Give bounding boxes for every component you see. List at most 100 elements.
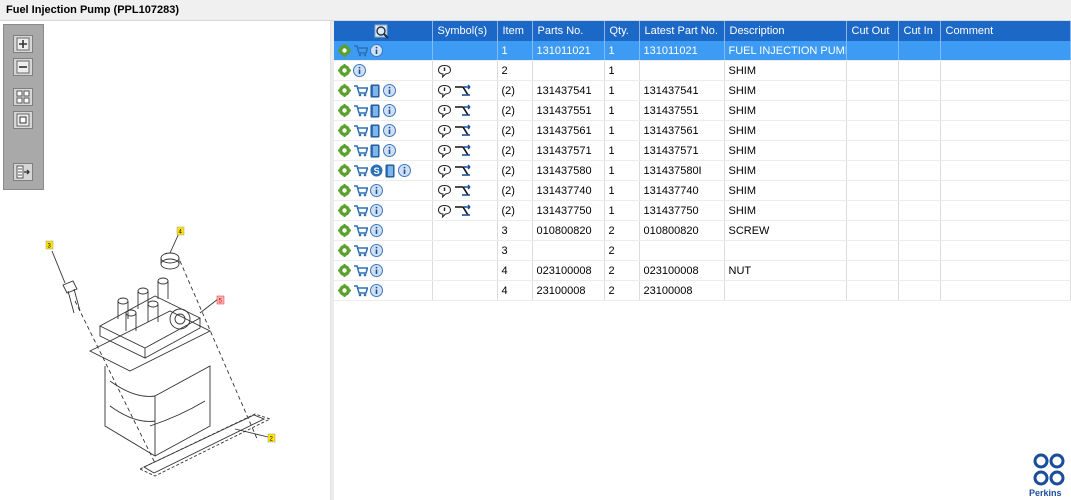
cross-reference-icon[interactable]	[454, 204, 472, 218]
gear-icon[interactable]	[338, 244, 351, 257]
table-row[interactable]: (2) 131437740 1 131437740 SHIM	[334, 180, 1071, 201]
column-header-cut-in[interactable]: Cut In	[898, 21, 941, 41]
description-cell	[724, 280, 847, 301]
info-icon[interactable]	[383, 124, 396, 137]
table-row[interactable]: (2) 131437750 1 131437750 SHIM	[334, 200, 1071, 221]
table-row[interactable]: 3 010800820 2 010800820 SCREW	[334, 220, 1071, 241]
table-row[interactable]: 2 1 SHIM	[334, 60, 1071, 81]
cross-reference-icon[interactable]	[454, 124, 472, 138]
info-icon[interactable]	[383, 144, 396, 157]
table-row[interactable]: 32	[334, 240, 1071, 261]
info-icon[interactable]	[370, 244, 383, 257]
cart-icon[interactable]	[353, 224, 368, 237]
cart-icon[interactable]	[353, 44, 368, 57]
export-button[interactable]	[13, 163, 33, 181]
note-icon[interactable]	[437, 124, 452, 138]
note-icon[interactable]	[437, 64, 452, 78]
cart-icon[interactable]	[353, 264, 368, 277]
gear-icon[interactable]	[338, 144, 351, 157]
book-icon[interactable]	[370, 84, 381, 98]
column-header-cut-out[interactable]: Cut Out	[846, 21, 899, 41]
cart-icon[interactable]	[353, 104, 368, 117]
supersession-icon[interactable]: S	[370, 164, 383, 177]
cross-reference-icon[interactable]	[454, 84, 472, 98]
latest-part-number-cell	[639, 60, 725, 81]
gear-icon[interactable]	[338, 164, 351, 177]
info-icon[interactable]	[370, 184, 383, 197]
item-cell: (2)	[497, 200, 533, 221]
row-symbols	[432, 100, 498, 121]
cut-in-cell	[898, 220, 941, 241]
column-header-symbols[interactable]: Symbol(s)	[432, 21, 498, 41]
info-icon[interactable]	[370, 224, 383, 237]
cart-icon[interactable]	[353, 204, 368, 217]
info-icon[interactable]	[398, 164, 411, 177]
table-row[interactable]: (2) 131437541 1 131437541 SHIM	[334, 80, 1071, 101]
column-header-actions[interactable]	[334, 21, 433, 41]
gear-icon[interactable]	[338, 44, 351, 57]
column-header-latest-part-no[interactable]: Latest Part No.	[639, 21, 725, 41]
gear-icon[interactable]	[338, 184, 351, 197]
info-icon[interactable]	[370, 264, 383, 277]
info-icon[interactable]	[383, 84, 396, 97]
note-icon[interactable]	[437, 164, 452, 178]
note-icon[interactable]	[437, 184, 452, 198]
table-row[interactable]: (2) 131437571 1 131437571 SHIM	[334, 140, 1071, 161]
cart-icon[interactable]	[353, 284, 368, 297]
gear-icon[interactable]	[338, 204, 351, 217]
cart-icon[interactable]	[353, 124, 368, 137]
note-icon[interactable]	[437, 144, 452, 158]
cart-icon[interactable]	[353, 84, 368, 97]
info-icon[interactable]	[370, 284, 383, 297]
table-row[interactable]: (2) 131437551 1 131437551 SHIM	[334, 100, 1071, 121]
gear-icon[interactable]	[338, 264, 351, 277]
column-header-parts-no[interactable]: Parts No.	[532, 21, 605, 41]
zoom-in-button[interactable]	[13, 35, 33, 53]
gear-icon[interactable]	[338, 124, 351, 137]
cross-reference-icon[interactable]	[454, 164, 472, 178]
gear-icon[interactable]	[338, 104, 351, 117]
note-icon[interactable]	[437, 84, 452, 98]
cart-icon[interactable]	[353, 164, 368, 177]
column-header-qty[interactable]: Qty.	[604, 21, 640, 41]
gear-icon[interactable]	[338, 64, 351, 77]
cross-reference-icon[interactable]	[454, 144, 472, 158]
row-symbols	[432, 60, 498, 81]
cross-reference-icon[interactable]	[454, 184, 472, 198]
cart-icon[interactable]	[353, 244, 368, 257]
cart-icon[interactable]	[353, 144, 368, 157]
info-icon[interactable]	[353, 64, 366, 77]
column-header-comment[interactable]: Comment	[940, 21, 1071, 41]
column-header-item[interactable]: Item	[497, 21, 533, 41]
info-icon[interactable]	[370, 204, 383, 217]
info-icon[interactable]	[383, 104, 396, 117]
fit-window-button[interactable]	[13, 111, 33, 129]
note-icon[interactable]	[437, 104, 452, 118]
table-row[interactable]: 4 023100008 2 023100008 NUT	[334, 260, 1071, 281]
book-icon[interactable]	[370, 104, 381, 118]
info-icon[interactable]	[370, 44, 383, 57]
gear-icon[interactable]	[338, 284, 351, 297]
part-number-cell: 131437740	[532, 180, 605, 201]
table-row[interactable]: 1 131011021 1 131011021 FUEL INJECTION PUMP	[334, 41, 1071, 61]
book-icon[interactable]	[385, 164, 396, 178]
latest-part-number-cell: 131437541	[639, 80, 725, 101]
gear-icon[interactable]	[338, 224, 351, 237]
quantity-cell: 1	[604, 140, 640, 161]
cart-icon[interactable]	[353, 184, 368, 197]
table-row[interactable]: S (2) 131437580 1 131437580I SHIM	[334, 160, 1071, 181]
book-icon[interactable]	[370, 144, 381, 158]
cross-reference-icon[interactable]	[454, 104, 472, 118]
column-header-description[interactable]: Description	[724, 21, 847, 41]
cut-in-cell	[898, 60, 941, 81]
drawing-pane[interactable]: 3 4 5 2	[0, 21, 331, 500]
exploded-view-drawing[interactable]: 3 4 5 2	[30, 201, 290, 481]
table-row[interactable]: (2) 131437561 1 131437561 SHIM	[334, 120, 1071, 141]
fit-all-button[interactable]	[13, 88, 33, 106]
zoom-out-button[interactable]	[13, 58, 33, 76]
note-icon[interactable]	[437, 204, 452, 218]
latest-part-number-cell: 131011021	[639, 41, 725, 61]
book-icon[interactable]	[370, 124, 381, 138]
table-row[interactable]: 4 23100008 2 23100008	[334, 280, 1071, 301]
gear-icon[interactable]	[338, 84, 351, 97]
